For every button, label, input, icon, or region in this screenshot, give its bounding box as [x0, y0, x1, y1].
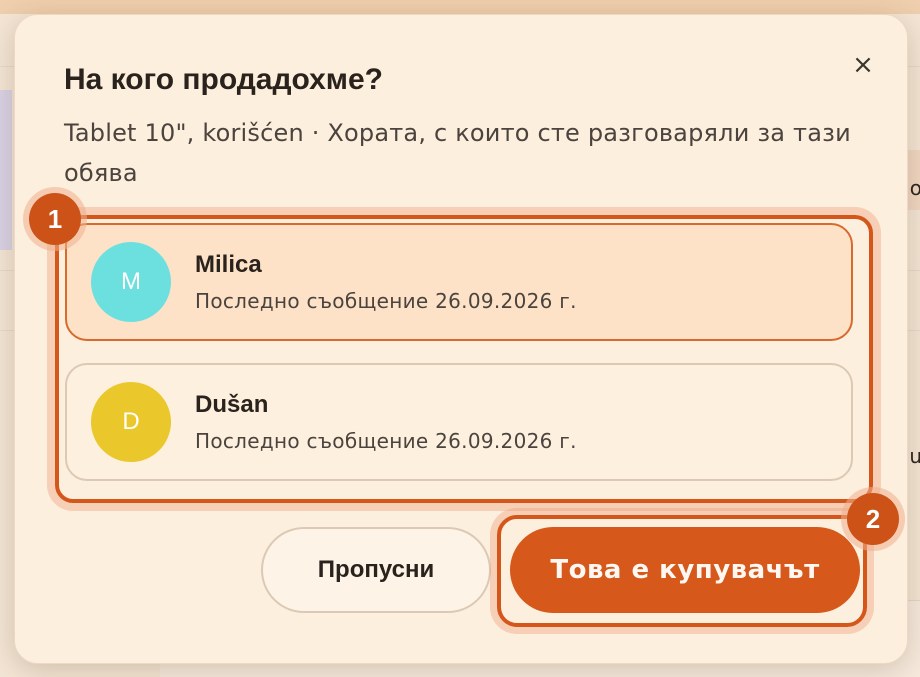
- buyer-name: Dušan: [195, 391, 269, 418]
- buyer-option-dusan[interactable]: D Dušan Последно съобщение 26.09.2026 г.: [65, 363, 853, 481]
- buyer-option-milica[interactable]: M Milica Последно съобщение 26.09.2026 г…: [65, 223, 853, 341]
- close-icon[interactable]: ×: [849, 51, 877, 79]
- buyer-name: Milica: [195, 251, 262, 278]
- background-text-fragment: o: [909, 176, 920, 200]
- background-text-fragment: u: [909, 444, 920, 468]
- avatar: D: [91, 382, 171, 462]
- background-topbar: [0, 0, 920, 14]
- avatar: M: [91, 242, 171, 322]
- step-badge-2: 2: [847, 493, 899, 545]
- confirm-buyer-button[interactable]: Това е купувачът: [510, 527, 860, 613]
- select-buyer-dialog: × На кого продадохме? Tablet 10", korišć…: [14, 14, 908, 664]
- background-sidebar: [0, 90, 12, 250]
- dialog-subtitle: Tablet 10", korišćen · Хората, с които с…: [64, 119, 851, 187]
- buyer-last-message: Последно съобщение 26.09.2026 г.: [195, 429, 577, 453]
- skip-button[interactable]: Пропусни: [261, 527, 491, 613]
- buyer-last-message: Последно съобщение 26.09.2026 г.: [195, 289, 577, 313]
- step-badge-1: 1: [29, 193, 81, 245]
- dialog-title: На кого продадохме?: [64, 63, 383, 96]
